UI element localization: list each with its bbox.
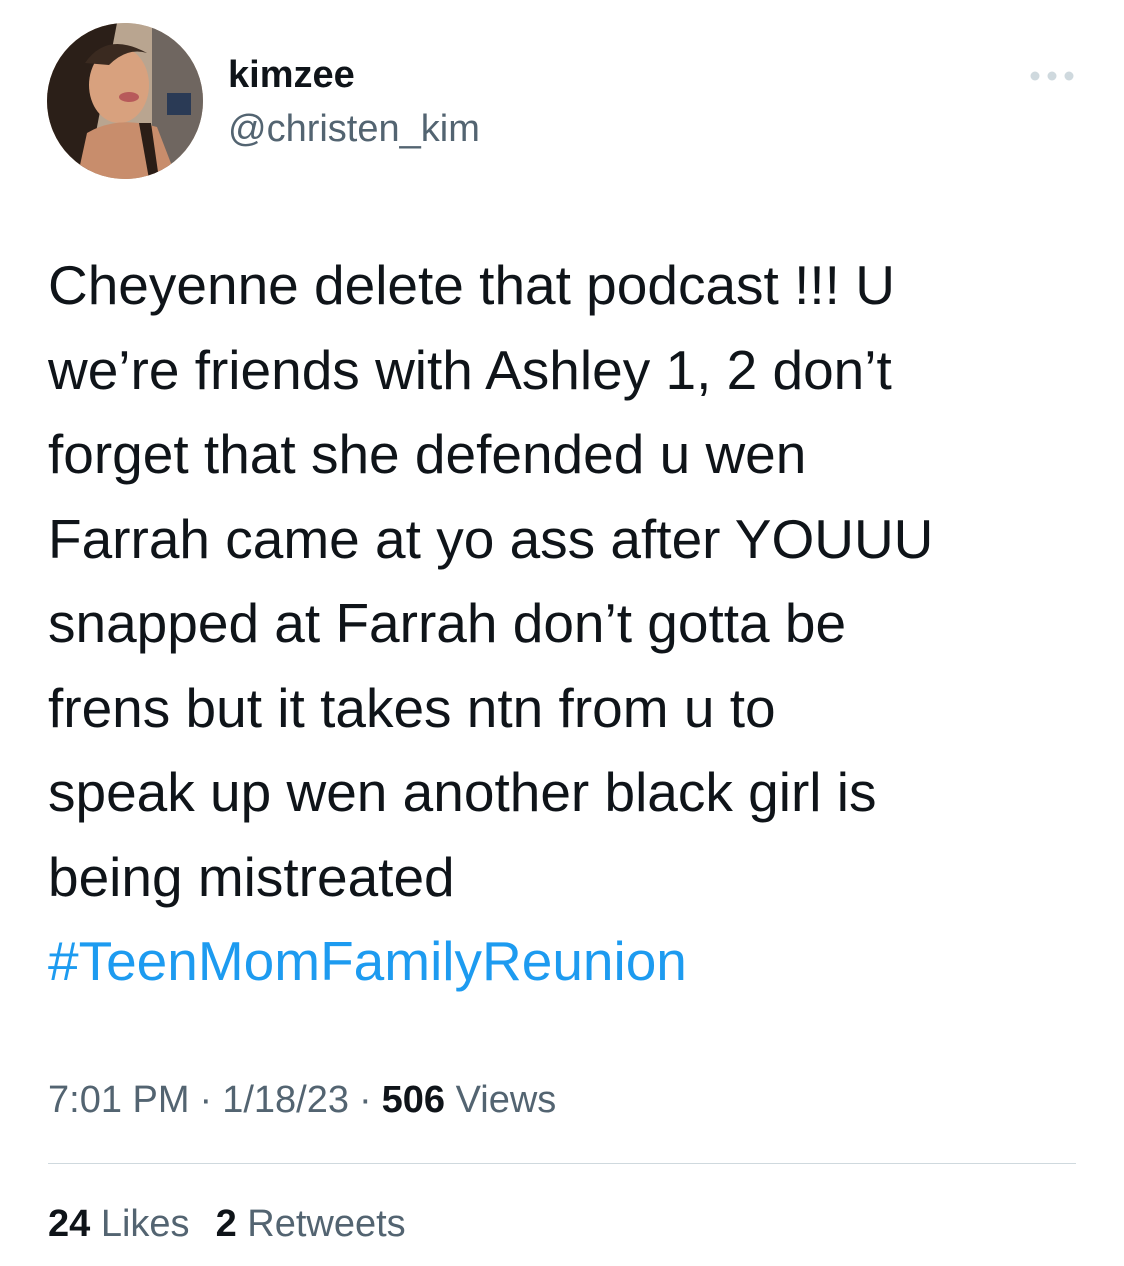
retweets-link[interactable]: 2 Retweets: [216, 1199, 406, 1249]
tweet-text: Cheyenne delete that podcast !!! U we’re…: [48, 243, 1088, 1004]
views-label: Views: [455, 1079, 557, 1121]
likes-count: 24: [48, 1203, 91, 1245]
tweet-text-line: we’re friends with Ashley 1, 2 don’t: [48, 338, 892, 401]
tweet-text-line: speak up wen another black girl is: [48, 761, 877, 823]
meta-separator: ·: [199, 1079, 213, 1121]
author-handle[interactable]: @christen_kim: [228, 106, 480, 152]
tweet-text-line: frens but it takes ntn from u to: [48, 676, 776, 739]
tweet-time[interactable]: 7:01 PM: [48, 1079, 190, 1121]
engagement-stats: 24 Likes 2 Retweets: [48, 1199, 432, 1249]
tweet-text-line: Farrah came at yo ass after YOUUU: [48, 507, 934, 570]
divider: [48, 1163, 1076, 1164]
author-display-name[interactable]: kimzee: [228, 52, 355, 98]
tweet-text-line: snapped at Farrah don’t gotta be: [48, 592, 847, 654]
tweet-date[interactable]: 1/18/23: [222, 1079, 349, 1121]
avatar[interactable]: [47, 23, 203, 179]
retweets-count: 2: [215, 1203, 237, 1245]
tweet-text-line: being mistreated: [48, 845, 455, 908]
more-options-button[interactable]: [1024, 60, 1080, 92]
views-count: 506: [381, 1079, 446, 1121]
likes-label: Likes: [100, 1203, 190, 1245]
tweet-metadata: 7:01 PM · 1/18/23 · 506 Views: [48, 1075, 556, 1125]
tweet-text-line: Cheyenne delete that podcast !!! U: [48, 254, 895, 316]
tweet-text-line: forget that she defended u wen: [48, 423, 807, 485]
profile-photo-icon: [47, 23, 203, 179]
more-options-icon: [1030, 71, 1074, 81]
hashtag-link[interactable]: #TeenMomFamilyReunion: [48, 919, 1088, 1004]
meta-separator: ·: [358, 1079, 372, 1121]
retweets-label: Retweets: [247, 1203, 406, 1245]
likes-link[interactable]: 24 Likes: [48, 1199, 190, 1249]
